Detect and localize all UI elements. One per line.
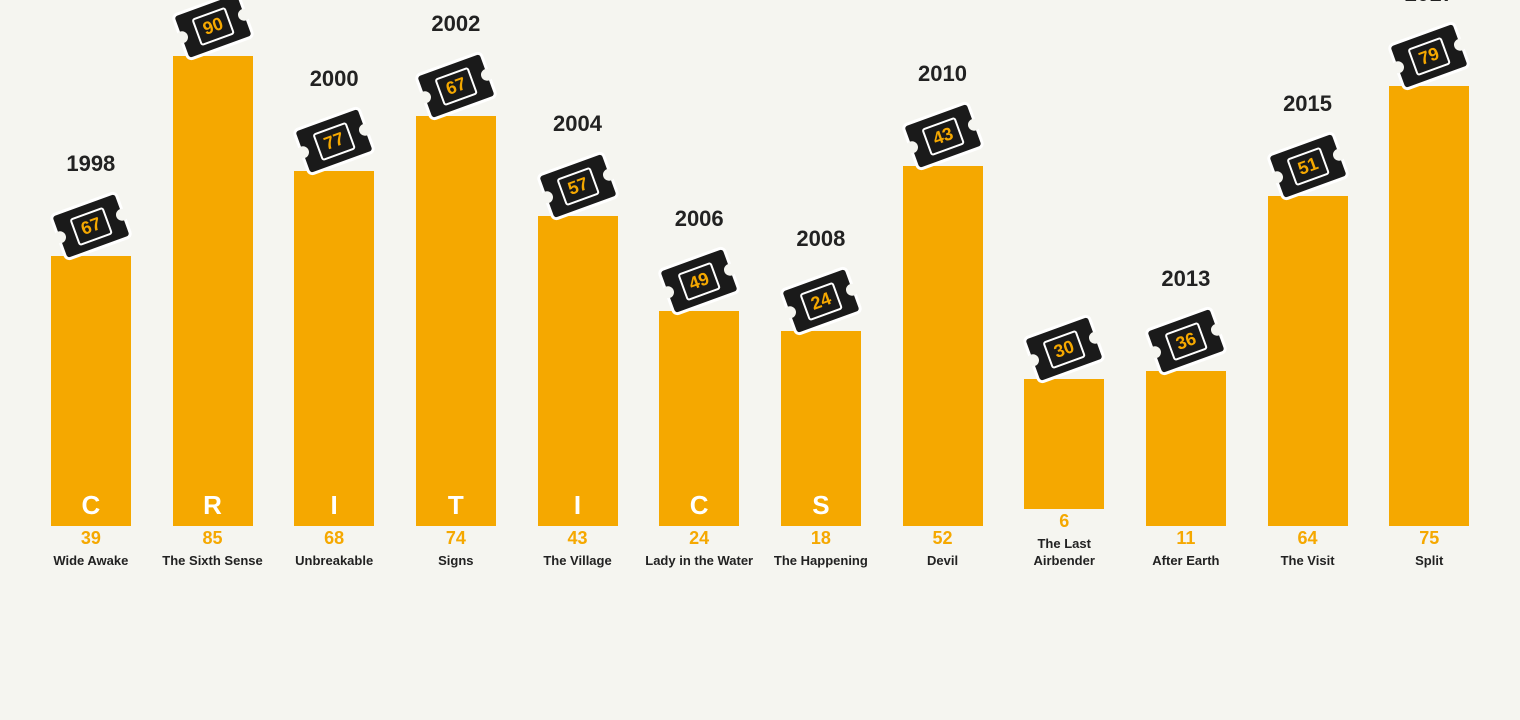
movie-title-label: Lady in the Water — [645, 553, 753, 570]
movie-title-label: The Last Airbender — [1009, 536, 1119, 570]
critic-score-value: 24 — [808, 288, 834, 314]
viewer-score-value: 75 — [1419, 528, 1439, 549]
critic-score-value: 36 — [1173, 328, 1199, 354]
movie-title-label: The Village — [543, 553, 611, 570]
critic-ticket: 77 — [292, 105, 377, 177]
viewer-score-value: 39 — [81, 528, 101, 549]
year-label: 2010 — [918, 61, 967, 87]
critic-ticket: 79 — [1387, 20, 1472, 92]
year-label: 1998 — [66, 151, 115, 177]
movie-column: 200077I68Unbreakable — [273, 111, 395, 570]
movie-column: 20155164The Visit — [1247, 136, 1369, 570]
viewer-bar — [1146, 371, 1226, 526]
critic-score-value: 30 — [1051, 336, 1077, 362]
movie-title-label: Devil — [927, 553, 958, 570]
critics-letter: T — [448, 492, 464, 518]
movie-title-label: The Sixth Sense — [162, 553, 262, 570]
viewer-score-value: 74 — [446, 528, 466, 549]
movie-title-label: Wide Awake — [53, 553, 128, 570]
chart-area: 199867C39Wide Awake199990R85The Sixth Se… — [30, 70, 1490, 650]
viewer-bar: S — [781, 331, 861, 526]
viewer-bar — [903, 166, 983, 526]
viewer-bar: R — [173, 56, 253, 526]
critic-score-value: 57 — [565, 173, 591, 199]
critic-ticket: 30 — [1022, 313, 1107, 385]
year-label: 2006 — [675, 206, 724, 232]
year-label: 2015 — [1283, 91, 1332, 117]
viewer-bar: C — [659, 311, 739, 526]
critic-score-value: 67 — [443, 73, 469, 99]
critic-score-value: 90 — [199, 13, 225, 39]
viewer-score-value: 64 — [1298, 528, 1318, 549]
year-label: 2004 — [553, 111, 602, 137]
viewer-bar: I — [538, 216, 618, 526]
critic-ticket: 49 — [657, 245, 742, 317]
critic-ticket: 57 — [535, 150, 620, 222]
critic-ticket: 43 — [900, 100, 985, 172]
critic-ticket: 51 — [1265, 130, 1350, 202]
movie-title-label: The Visit — [1281, 553, 1335, 570]
critic-score-value: 49 — [686, 268, 712, 294]
critic-score-value: 43 — [930, 123, 956, 149]
movie-column: 20133611After Earth — [1125, 311, 1247, 570]
viewer-bar: C — [51, 256, 131, 526]
year-label: 2013 — [1161, 266, 1210, 292]
critics-letter: S — [812, 492, 829, 518]
viewer-score-value: 18 — [811, 528, 831, 549]
critic-ticket: 90 — [170, 0, 255, 62]
movie-column: 199990R85The Sixth Sense — [152, 0, 274, 570]
critics-letter: I — [574, 492, 581, 518]
critic-ticket: 36 — [1143, 305, 1228, 377]
movie-column: 200649C24Lady in the Water — [638, 251, 760, 570]
movie-title-label: Signs — [438, 553, 473, 570]
critic-ticket: 67 — [48, 190, 133, 262]
critics-letter: C — [690, 492, 709, 518]
critic-ticket: 67 — [413, 50, 498, 122]
movie-title-label: Unbreakable — [295, 553, 373, 570]
critic-score-value: 67 — [78, 213, 104, 239]
movie-column: 200824S18The Happening — [760, 271, 882, 570]
movie-title-label: The Happening — [774, 553, 868, 570]
movie-column: 20104352Devil — [882, 106, 1004, 570]
viewer-bar: T — [416, 116, 496, 526]
year-label: 2000 — [310, 66, 359, 92]
movie-column: 200457I43The Village — [517, 156, 639, 570]
movie-title-label: After Earth — [1152, 553, 1219, 570]
viewer-bar — [1268, 196, 1348, 526]
movie-column: 20177975Split — [1368, 26, 1490, 570]
viewer-score-value: 24 — [689, 528, 709, 549]
critics-letter: I — [331, 492, 338, 518]
year-label: 2017 — [1405, 0, 1454, 7]
viewer-score-value: 52 — [933, 528, 953, 549]
movie-column: 30 6 The Last Airbender — [1003, 319, 1125, 570]
viewer-bar — [1389, 86, 1469, 526]
critic-ticket: 24 — [778, 265, 863, 337]
viewer-score-value: 85 — [202, 528, 222, 549]
viewer-score-value: 68 — [324, 528, 344, 549]
viewer-score-value: 6 — [1059, 511, 1069, 532]
viewer-bar — [1024, 379, 1104, 509]
viewer-score-value: 11 — [1176, 528, 1195, 549]
year-label: 2002 — [431, 11, 480, 37]
movie-column: 200267T74Signs — [395, 56, 517, 570]
critics-letter: C — [81, 492, 100, 518]
movie-column: 199867C39Wide Awake — [30, 196, 152, 570]
critic-score-value: 51 — [1295, 153, 1321, 179]
critic-score-value: 77 — [321, 128, 347, 154]
movie-title-label: Split — [1415, 553, 1443, 570]
viewer-bar: I — [294, 171, 374, 526]
viewer-score-value: 43 — [568, 528, 588, 549]
critics-letter: R — [203, 492, 222, 518]
critic-score-value: 79 — [1416, 43, 1442, 69]
year-label: 2008 — [796, 226, 845, 252]
